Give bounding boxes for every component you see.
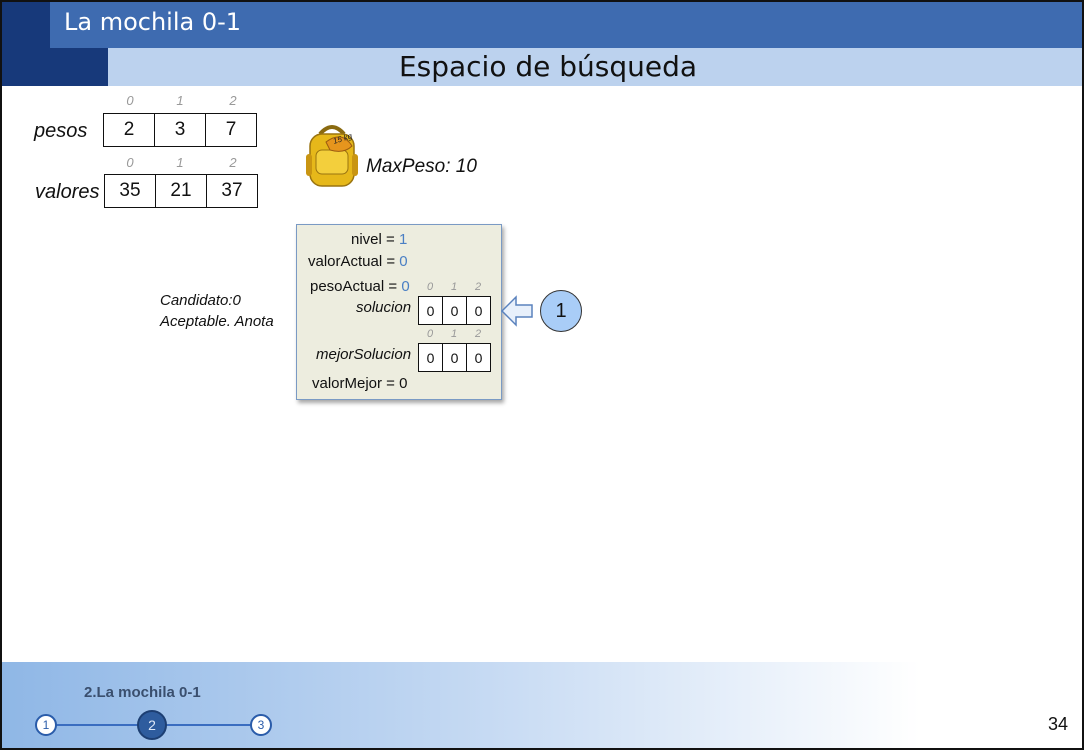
mejor-solucion-cell: 0 (418, 343, 443, 372)
step-2-link[interactable]: 2 (137, 710, 167, 740)
solucion-cell: 0 (442, 296, 467, 325)
subheader-accent (50, 48, 108, 86)
pesos-index-1: 1 (176, 93, 184, 108)
mejor-index-0: 0 (426, 328, 434, 340)
pesos-index-2: 2 (229, 93, 237, 108)
pesos-index-0: 0 (126, 93, 134, 108)
peso-actual-label: pesoActual = (310, 278, 402, 295)
solucion-index-2: 2 (474, 281, 482, 293)
peso-actual-row: pesoActual = 0 (310, 278, 410, 295)
valor-actual-label: valorActual = (308, 253, 400, 270)
valores-index-2: 2 (229, 155, 237, 170)
solucion-index-1: 1 (450, 281, 458, 293)
pesos-cell: 3 (154, 113, 206, 147)
mejor-index-2: 2 (474, 328, 482, 340)
valor-mejor-row: valorMejor = 0 (312, 375, 408, 392)
solucion-cell: 0 (466, 296, 491, 325)
pesos-cell: 2 (103, 113, 155, 147)
nivel-row: nivel = 1 (351, 231, 407, 248)
pesos-label: pesos (34, 120, 88, 142)
mejor-solucion-cell: 0 (442, 343, 467, 372)
solucion-cell: 0 (418, 296, 443, 325)
slide: La mochila 0-1 Espacio de búsqueda 0 1 2… (0, 0, 1084, 750)
peso-actual-value: 0 (401, 278, 410, 295)
section-title: La mochila 0-1 (64, 8, 242, 36)
footer-bar (2, 662, 1082, 748)
backpack-icon: 15 kg (306, 125, 358, 187)
call-frame: nivel = 1 valorActual = 0 pesoActual = 0… (296, 224, 502, 400)
mejor-solucion-cell: 0 (466, 343, 491, 372)
solucion-index-0: 0 (426, 281, 434, 293)
acceptable-label: Aceptable. Anota (160, 313, 274, 330)
mejor-solucion-label: mejorSolucion (316, 346, 412, 363)
solucion-array: 0 0 0 (418, 296, 491, 325)
candidate-label: Candidato:0 (160, 292, 241, 309)
step-3-link[interactable]: 3 (250, 714, 272, 736)
solucion-label: solucion (356, 299, 412, 316)
valores-cell: 37 (206, 174, 258, 208)
valores-label: valores (35, 181, 100, 203)
section-name: 2.La mochila 0-1 (84, 684, 201, 701)
left-arrow-icon (500, 295, 533, 327)
nivel-label: nivel = (351, 231, 399, 248)
valores-array: 35 21 37 (104, 174, 258, 208)
slide-title: Espacio de búsqueda (398, 50, 698, 83)
valor-actual-row: valorActual = 0 (308, 253, 408, 270)
valores-cell: 35 (104, 174, 156, 208)
valores-index-1: 1 (176, 155, 184, 170)
pesos-cell: 7 (205, 113, 257, 147)
step-1-link[interactable]: 1 (35, 714, 57, 736)
valor-actual-value: 0 (399, 253, 408, 270)
valores-cell: 21 (155, 174, 207, 208)
mejor-solucion-array: 0 0 0 (418, 343, 491, 372)
header-accent (2, 2, 50, 86)
page-number: 34 (1047, 714, 1068, 734)
mejor-index-1: 1 (450, 328, 458, 340)
valores-index-0: 0 (126, 155, 134, 170)
max-weight-label: MaxPeso: 10 (366, 156, 477, 177)
pesos-array: 2 3 7 (103, 113, 257, 147)
tree-node: 1 (540, 290, 582, 332)
nivel-value: 1 (398, 231, 408, 248)
